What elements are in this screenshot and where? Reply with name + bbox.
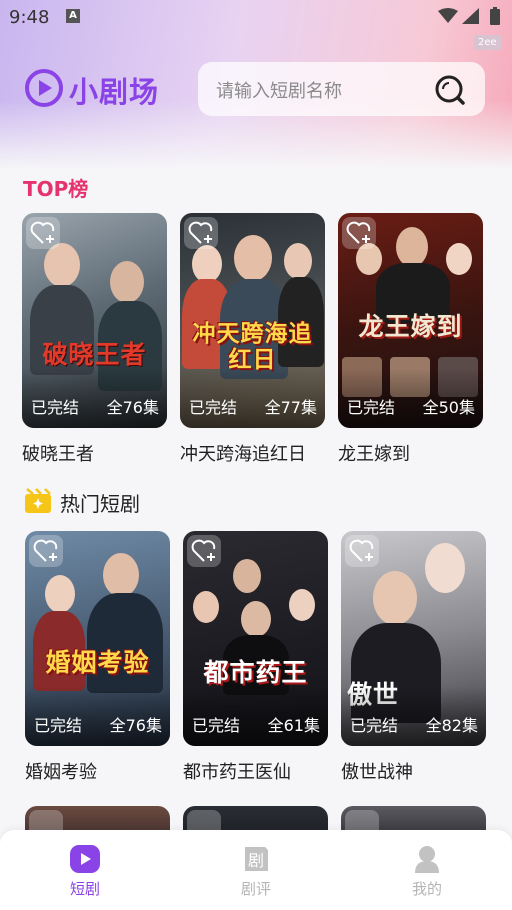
poster-figure [241,601,271,637]
poster-figure [234,235,272,281]
status-tag: 已完结 [350,716,399,735]
tab-mine[interactable]: 我的 [387,844,467,899]
drama-title[interactable]: 傲世战神 [341,758,486,784]
poster-figure [103,553,139,597]
drama-title[interactable]: 龙王嫁到 [338,440,483,466]
poster-figure [87,593,163,693]
drama-title[interactable]: 婚姻考验 [25,758,170,784]
app-name: 小剧场 [69,75,160,109]
poster[interactable]: 龙王嫁到 已完结 全50集 [338,213,483,428]
poster-figure [373,571,417,625]
tab-label[interactable]: 短剧 [45,878,125,899]
poster-figure [110,261,144,303]
poster-figure [44,243,80,287]
poster[interactable]: 傲世 已完结 全82集 [341,531,486,746]
tab-label[interactable]: 剧评 [216,878,296,899]
hot-card-1[interactable]: 婚姻考验 已完结 全76集 婚姻考验 [25,531,170,784]
top-card-3[interactable]: 龙王嫁到 已完结 全50集 龙王嫁到 [338,213,483,466]
wifi-icon [438,8,458,23]
search-icon[interactable] [432,72,468,108]
episode-count: 全76集 [109,716,162,735]
search-placeholder[interactable]: 请输入短剧名称 [216,77,342,103]
status-tag: 已完结 [347,398,396,417]
heart-plus-icon[interactable] [349,538,377,564]
heart-plus-icon[interactable] [188,220,216,246]
favorite-button[interactable] [184,217,218,249]
poster[interactable]: 破晓王者 已完结 全76集 [22,213,167,428]
battery-icon [490,7,500,25]
episode-count: 全50集 [422,398,475,417]
poster-title-art: 都市药王 [203,658,308,687]
play-logo-icon [25,69,63,107]
episode-count: 全82集 [425,716,478,735]
poster[interactable]: 冲天跨海追红日 已完结 全77集 [180,213,325,428]
poster-title-art: 破晓王者 [42,340,147,369]
hot-card-3[interactable]: 傲世 已完结 全82集 傲世战神 [341,531,486,784]
review-icon[interactable]: 剧 [241,844,271,874]
status-tag: 已完结 [189,398,238,417]
heart-plus-icon[interactable] [30,220,58,246]
keyboard-icon: A [66,9,80,23]
play-icon[interactable] [69,844,101,874]
status-tag: 已完结 [31,398,80,417]
clapperboard-icon [25,488,51,513]
poster-title-art: 婚姻考验 [45,648,150,677]
poster-figure [446,243,472,275]
top-card-2[interactable]: 冲天跨海追红日 已完结 全77集 冲天跨海追红日 [180,213,325,466]
poster[interactable]: 婚姻考验 已完结 全76集 [25,531,170,746]
drama-title[interactable]: 冲天跨海追红日 [180,440,325,466]
favorite-button[interactable] [342,217,376,249]
hot-section-label: 热门短剧 [60,492,140,516]
status-time: 9:48 [9,7,50,28]
top-section-title: TOP榜 [23,177,89,201]
poster-figure [284,243,312,279]
episode-count: 全61集 [267,716,320,735]
hot-card-2[interactable]: 都市药王 已完结 全61集 都市药王医仙 [183,531,328,784]
status-bar: 9:48 A [0,0,512,36]
signal-icon [462,8,479,24]
favorite-button[interactable] [29,535,63,567]
heart-plus-icon[interactable] [33,538,61,564]
poster-figure [233,559,261,593]
svg-text:剧: 剧 [248,851,264,870]
status-tag: 已完结 [192,716,241,735]
poster-figure [192,245,222,283]
status-tag: 已完结 [34,716,83,735]
poster-title-art: 冲天跨海追红日 [192,320,313,373]
poster[interactable]: 都市药王 已完结 全61集 [183,531,328,746]
poster-figure [425,543,465,593]
drama-title[interactable]: 都市药王医仙 [183,758,328,784]
debug-badge: 2ee [474,35,501,50]
favorite-button[interactable] [187,535,221,567]
heart-plus-icon[interactable] [191,538,219,564]
poster-figure [45,575,75,613]
poster-figure [193,591,219,623]
search-box[interactable]: 请输入短剧名称 [198,62,485,116]
bottom-tab-bar: 短剧 剧 剧评 我的 [0,830,512,910]
favorite-button[interactable] [26,217,60,249]
drama-title[interactable]: 破晓王者 [22,440,167,466]
heart-plus-icon[interactable] [346,220,374,246]
tab-shorts[interactable]: 短剧 [45,844,125,899]
favorite-button[interactable] [345,535,379,567]
top-card-1[interactable]: 破晓王者 已完结 全76集 破晓王者 [22,213,167,466]
poster-figure [289,589,315,621]
episode-count: 全77集 [264,398,317,417]
tab-label[interactable]: 我的 [387,878,467,899]
poster-title-art: 龙王嫁到 [358,312,463,341]
episode-count: 全76集 [106,398,159,417]
poster-figure [396,227,428,267]
tab-review[interactable]: 剧 剧评 [216,844,296,899]
user-icon[interactable] [412,844,442,874]
